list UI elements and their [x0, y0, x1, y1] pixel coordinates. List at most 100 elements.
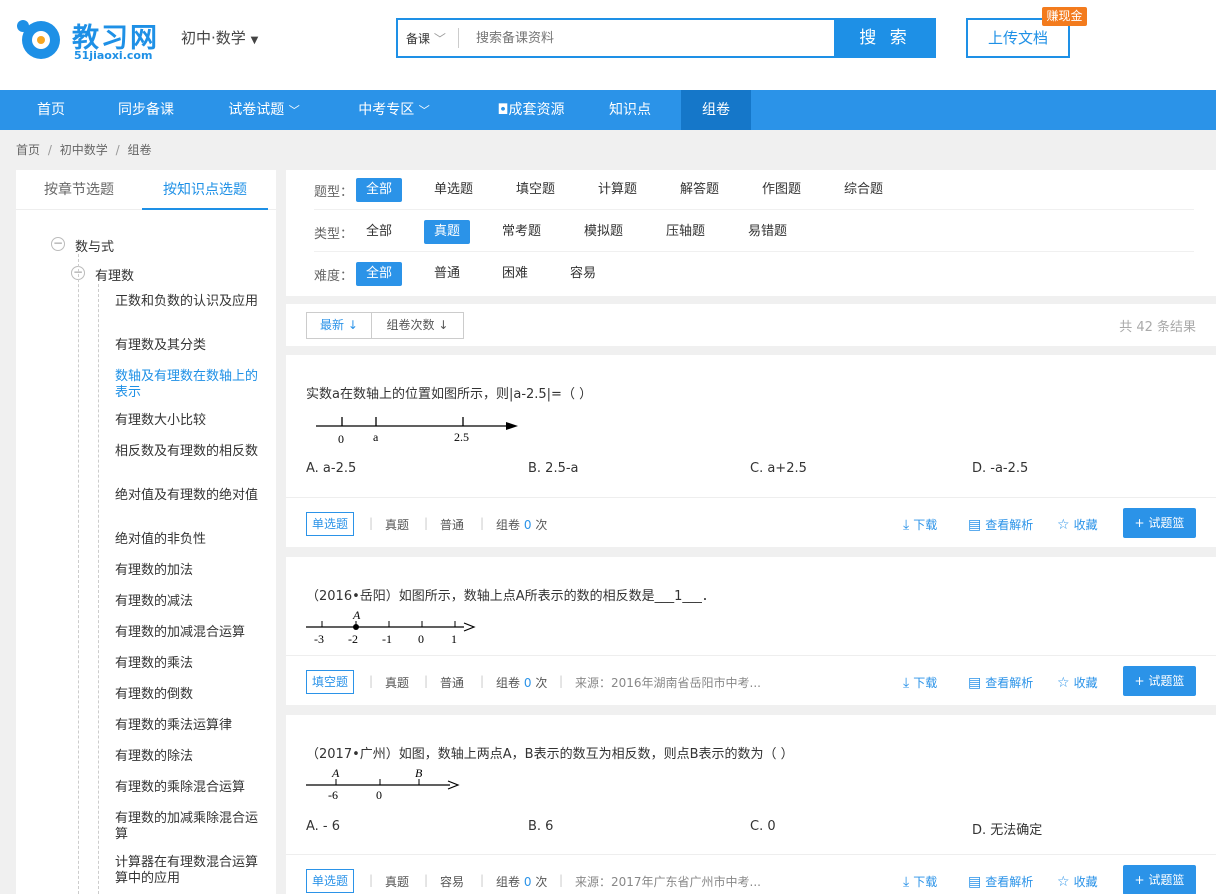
filter-chip[interactable]: 全部 — [356, 220, 402, 244]
nav-compose[interactable]: 组卷 — [681, 90, 751, 130]
tree-leaf[interactable]: 相反数及有理数的相反数 — [115, 444, 260, 460]
collect-button[interactable]: ☆ 收藏 — [1057, 516, 1098, 533]
filter-chip[interactable]: 解答题 — [670, 178, 729, 202]
download-icon: ⤓ — [903, 517, 910, 533]
question-card: 实数a在数轴上的位置如图所示，则|a-2.5|=（ ） 0 a 2.5 A. a… — [286, 355, 1216, 547]
breadcrumb-current: 组卷 — [127, 143, 152, 157]
view-analysis-button[interactable]: ▤ 查看解析 — [968, 516, 1033, 533]
logo[interactable]: 教习网 51jiaoxi.com — [15, 16, 165, 64]
add-to-basket-button[interactable]: + 试题篮 — [1123, 865, 1196, 894]
search-input[interactable] — [476, 28, 816, 48]
view-analysis-button[interactable]: ▤ 查看解析 — [968, 873, 1033, 890]
tree-leaf-active[interactable]: 数轴及有理数在数轴上的表示 — [115, 369, 260, 401]
tree-leaf[interactable]: 有理数的减法 — [115, 594, 260, 610]
filter-chip[interactable]: 填空题 — [506, 178, 565, 202]
tree-leaf[interactable]: 有理数的加减乘除混合运算 — [115, 811, 260, 843]
breadcrumb-sep: / — [47, 143, 52, 157]
sort-times-button[interactable]: 组卷次数 ↓ — [371, 312, 464, 339]
plus-icon: + — [1134, 516, 1149, 530]
download-button[interactable]: ⤓ 下载 — [903, 516, 937, 533]
analysis-icon: ▤ — [968, 675, 982, 691]
point-label: A — [331, 766, 340, 780]
filter-chip[interactable]: 容易 — [560, 262, 606, 286]
tab-by-chapter[interactable]: 按章节选题 — [16, 170, 142, 210]
sort-bar: 最新 ↓ 组卷次数 ↓ 共 42 条结果 — [286, 304, 1216, 346]
tree-leaf[interactable]: 绝对值及有理数的绝对值 — [115, 488, 260, 504]
filter-chip[interactable]: 易错题 — [738, 220, 797, 244]
breadcrumb-subject[interactable]: 初中数学 — [60, 143, 108, 157]
download-button[interactable]: ⤓ 下载 — [903, 674, 937, 691]
axis-label: -6 — [328, 788, 338, 802]
question-type-tag: 单选题 — [306, 512, 355, 536]
question-footer: 单选题 | 真题 | 普通 | 组卷 0 次 ⤓ 下载 ▤ 查看解析 ☆ 收藏 + 试… — [286, 497, 1216, 547]
option-b: B. 6 — [528, 819, 554, 834]
nav-knowledge[interactable]: 知识点 — [594, 90, 666, 130]
sort-newest-button[interactable]: 最新 ↓ — [306, 312, 372, 339]
nav-resource-sets[interactable]: ◘成套资源 — [476, 90, 586, 130]
subject-selector[interactable]: 初中·数学 ▼ — [181, 27, 258, 48]
search-type-dropdown[interactable]: 备课 ﹀ — [406, 30, 446, 47]
nav-home[interactable]: 首页 — [20, 90, 82, 130]
tree-leaf[interactable]: 有理数的加法 — [115, 563, 260, 579]
filter-chip[interactable]: 困难 — [492, 262, 538, 286]
collapse-icon[interactable]: − — [51, 237, 65, 251]
tree-child[interactable]: 有理数 — [95, 265, 134, 284]
question-level: 普通 — [440, 518, 465, 532]
filter-chip[interactable]: 压轴题 — [656, 220, 715, 244]
caret-down-icon: ▼ — [250, 35, 259, 46]
nav-sync-prep[interactable]: 同步备课 — [100, 90, 192, 130]
add-to-basket-button[interactable]: + 试题篮 — [1123, 508, 1196, 538]
filter-label: 难度： — [314, 269, 354, 284]
add-to-basket-button[interactable]: + 试题篮 — [1123, 666, 1196, 696]
axis-label: 0 — [338, 432, 344, 446]
nav-exams[interactable]: 试卷试题 ﹀ — [214, 90, 314, 130]
star-icon: ☆ — [1057, 517, 1070, 533]
tree-leaf[interactable]: 有理数大小比较 — [115, 413, 260, 429]
tree-leaf[interactable]: 有理数的乘除混合运算 — [115, 780, 260, 796]
tree-leaf[interactable]: 有理数的乘法 — [115, 656, 260, 672]
filter-chip[interactable]: 普通 — [424, 262, 470, 286]
tree-leaf[interactable]: 有理数的加减混合运算 — [115, 625, 260, 641]
tree-leaf[interactable]: 有理数的除法 — [115, 749, 260, 765]
tree-leaf[interactable]: 有理数的乘法运算律 — [115, 718, 260, 734]
tree-leaf[interactable]: 有理数的倒数 — [115, 687, 260, 703]
result-count: 共 42 条结果 — [1119, 320, 1196, 335]
compose-count: 组卷 0 次 — [496, 676, 548, 690]
divider: | — [369, 674, 374, 688]
question-footer: 单选题 | 真题 | 容易 | 组卷 0 次 | 来源：2017年广东省广州市中… — [286, 854, 1216, 894]
search-button[interactable]: 搜 索 — [834, 18, 936, 58]
nav-zhongkao[interactable]: 中考专区 ﹀ — [344, 90, 444, 130]
filter-chip[interactable]: 真题 — [424, 220, 471, 244]
question-source: 来源：2017年广东省广州市中考... — [575, 875, 761, 889]
download-button[interactable]: ⤓ 下载 — [903, 873, 937, 890]
collect-button[interactable]: ☆ 收藏 — [1057, 873, 1098, 890]
filter-chip[interactable]: 综合题 — [834, 178, 893, 202]
filter-chip[interactable]: 全部 — [356, 262, 403, 286]
tab-by-knowledge[interactable]: 按知识点选题 — [142, 170, 268, 210]
tree-guide — [98, 284, 99, 894]
tree-leaf[interactable]: 有理数及其分类 — [115, 338, 260, 354]
view-analysis-button[interactable]: ▤ 查看解析 — [968, 674, 1033, 691]
collect-button[interactable]: ☆ 收藏 — [1057, 674, 1098, 691]
tree-leaf[interactable]: 计算器在有理数混合运算算中的应用 — [115, 855, 260, 887]
tree-leaf[interactable]: 绝对值的非负性 — [115, 532, 260, 548]
filter-chip[interactable]: 计算题 — [588, 178, 647, 202]
filter-row-type: 题型： 全部 单选题 填空题 计算题 解答题 作图题 综合题 — [314, 170, 1194, 210]
number-line-figure: 0 a 2.5 — [316, 417, 518, 446]
plus-icon: + — [1134, 674, 1149, 688]
tree-root[interactable]: 数与式 — [75, 236, 114, 255]
divider: | — [559, 873, 564, 887]
axis-label: a — [373, 430, 379, 444]
filter-chip[interactable]: 作图题 — [752, 178, 811, 202]
breadcrumb-home[interactable]: 首页 — [16, 143, 40, 157]
axis-label: 1 — [451, 632, 457, 646]
filter-chip[interactable]: 模拟题 — [574, 220, 633, 244]
question-type-tag: 单选题 — [306, 869, 355, 893]
analysis-icon: ▤ — [968, 874, 982, 890]
question-footer: 填空题 | 真题 | 普通 | 组卷 0 次 | 来源：2016年湖南省岳阳市中… — [286, 655, 1216, 705]
plus-icon: + — [1134, 873, 1149, 887]
tree-leaf[interactable]: 正数和负数的认识及应用 — [115, 294, 260, 310]
filter-chip[interactable]: 单选题 — [424, 178, 483, 202]
filter-chip[interactable]: 全部 — [356, 178, 403, 202]
filter-chip[interactable]: 常考题 — [492, 220, 551, 244]
